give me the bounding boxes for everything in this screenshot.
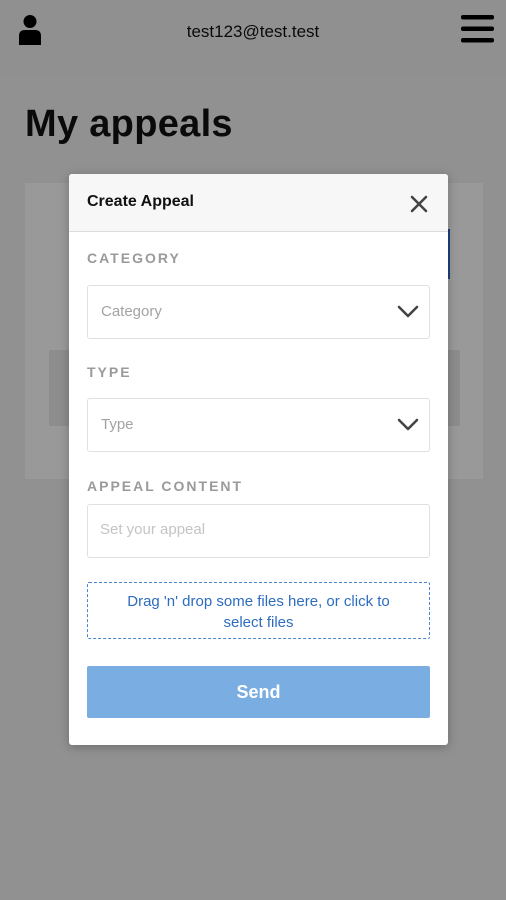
category-label: CATEGORY bbox=[87, 250, 181, 266]
close-icon[interactable] bbox=[409, 194, 429, 214]
modal-header: Create Appeal bbox=[69, 174, 448, 232]
type-select-value: Type bbox=[101, 416, 134, 433]
category-select[interactable]: Category bbox=[87, 285, 430, 339]
appeal-content-input[interactable] bbox=[87, 504, 430, 558]
send-button[interactable]: Send bbox=[87, 666, 430, 718]
dropzone-text-line2: select files bbox=[223, 614, 294, 631]
modal-title: Create Appeal bbox=[87, 193, 194, 210]
dropzone-text-line1: Drag 'n' drop some files here, or click … bbox=[127, 593, 390, 610]
file-dropzone[interactable]: Drag 'n' drop some files here, or click … bbox=[87, 582, 430, 639]
type-select[interactable]: Type bbox=[87, 398, 430, 452]
chevron-down-icon bbox=[397, 305, 419, 318]
create-appeal-modal: Create Appeal CATEGORY Category TYPE Typ… bbox=[69, 174, 448, 745]
appeal-content-label: APPEAL CONTENT bbox=[87, 478, 244, 494]
category-select-value: Category bbox=[101, 303, 162, 320]
type-label: TYPE bbox=[87, 364, 132, 380]
chevron-down-icon bbox=[397, 418, 419, 431]
